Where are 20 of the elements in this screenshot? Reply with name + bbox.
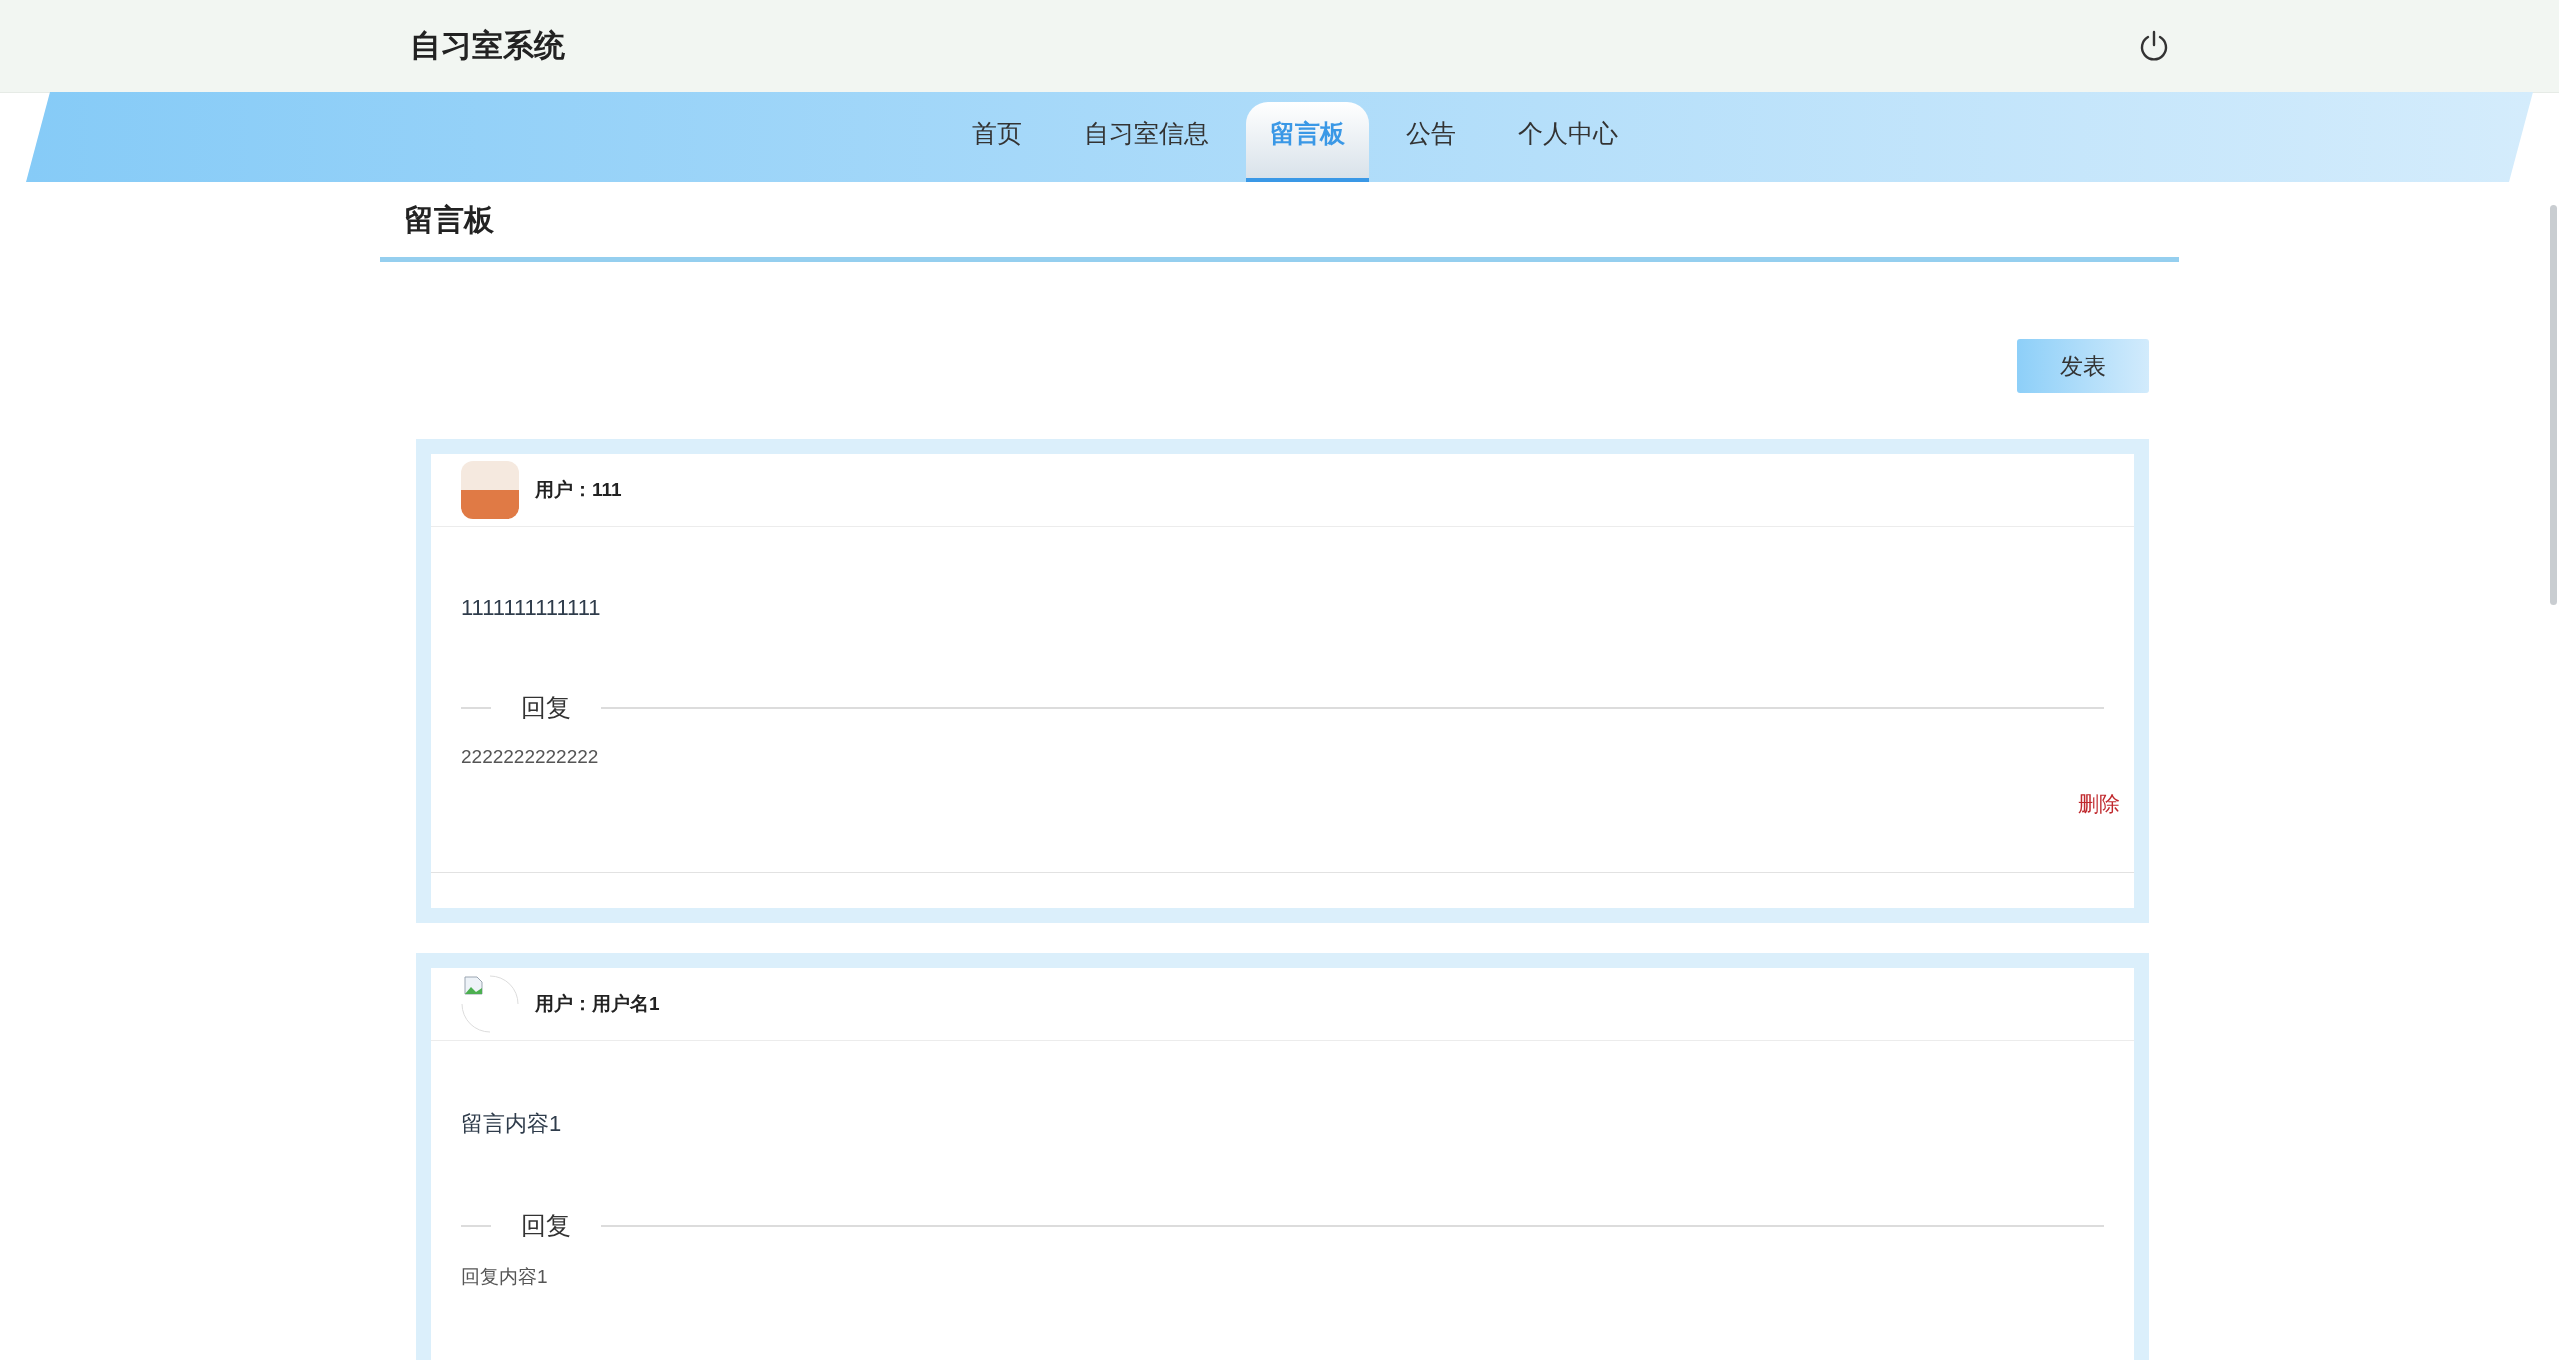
publish-button[interactable]: 发表 bbox=[2017, 339, 2149, 393]
user-name: 用户：用户名1 bbox=[535, 992, 660, 1016]
power-icon[interactable] bbox=[2139, 30, 2169, 62]
scrollbar[interactable] bbox=[2550, 205, 2557, 605]
reply-heading: 回复 bbox=[520, 692, 572, 723]
nav-tab[interactable]: 个人中心 bbox=[1486, 102, 1649, 182]
reply-text: 回复内容1 bbox=[461, 1265, 549, 1289]
nav-tab[interactable]: 自习室信息 bbox=[1052, 102, 1240, 182]
user-name: 用户：111 bbox=[535, 478, 622, 502]
avatar-placeholder bbox=[461, 461, 519, 519]
reply-heading: 回复 bbox=[520, 1210, 572, 1241]
page-title: 留言板 bbox=[404, 203, 494, 236]
message-text: 1111111111111 bbox=[461, 594, 602, 621]
reply-text: 2222222222222 bbox=[461, 746, 600, 768]
nav-tab[interactable]: 公告 bbox=[1374, 102, 1487, 182]
site-title: 自习室系统 bbox=[410, 27, 565, 65]
message-text: 留言内容1 bbox=[461, 1110, 563, 1138]
delete-link[interactable]: 删除 bbox=[2078, 790, 2120, 818]
broken-image-icon bbox=[461, 975, 519, 1033]
nav-tab[interactable]: 首页 bbox=[940, 102, 1053, 182]
